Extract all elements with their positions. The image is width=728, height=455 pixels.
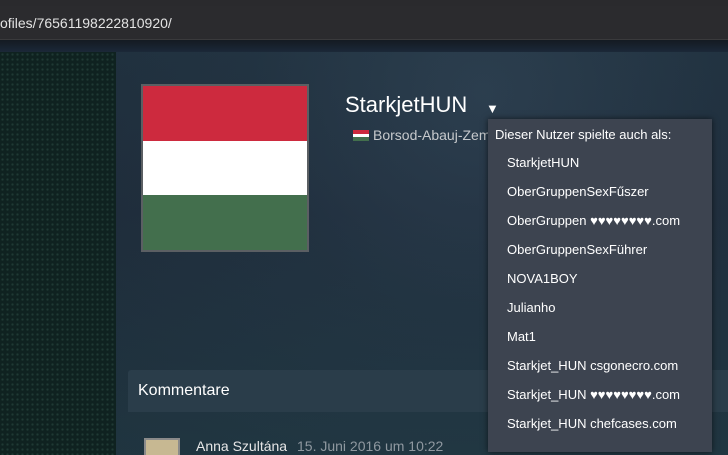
hungary-flag-icon [353,130,369,141]
alias-item: NOVA1BOY [507,271,578,286]
commenter-avatar[interactable] [144,438,180,455]
flag-stripe-white [143,141,307,195]
profile-avatar[interactable] [141,84,309,252]
alias-item: StarkjetHUN [507,155,580,170]
alias-popup-header: Dieser Nutzer spielte auch als: [495,127,672,142]
url-text[interactable]: ofiles/76561198222810920/ [0,15,172,31]
comment-date: 15. Juni 2016 um 10:22 [297,438,444,454]
background-pattern [0,52,116,455]
caret-down-icon[interactable]: ▼ [486,101,499,116]
alias-item: OberGruppen ♥♥♥♥♥♥♥♥.com [507,213,681,228]
alias-item: Starkjet_HUN csgonecro.com [507,358,679,373]
flag-stripe-red [143,86,307,141]
toolbar-shadow [0,40,728,52]
alias-item: OberGruppenSexFührer [507,242,648,257]
comments-title: Kommentare [138,382,230,399]
alias-item: Mat1 [507,329,536,344]
address-bar[interactable]: ofiles/76561198222810920/ [0,6,728,40]
profile-username[interactable]: StarkjetHUN [345,92,467,118]
alias-item: Julianho [507,300,556,315]
alias-item: OberGruppenSexFűszer [507,184,649,199]
comment-author-link[interactable]: Anna Szultána [196,438,287,454]
alias-item: Starkjet_HUN ♥♥♥♥♥♥♥♥.com [507,387,680,402]
location-text: Borsod-Abauj-Zem [373,127,491,143]
profile-location: Borsod-Abauj-Zem [353,127,491,145]
flag-stripe-green [143,195,307,250]
alias-item: Starkjet_HUN chefcases.com [507,416,677,431]
